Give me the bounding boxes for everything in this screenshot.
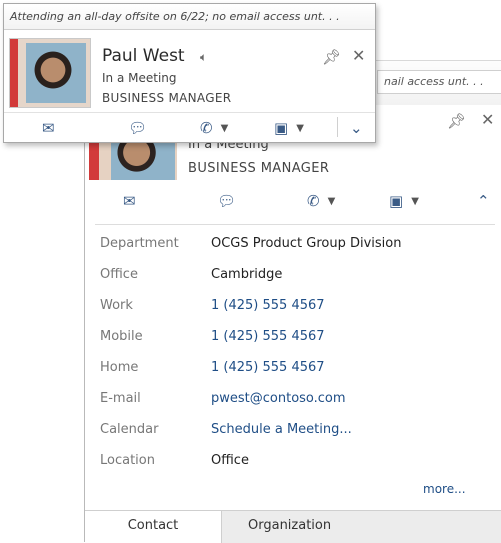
detail-value: OCGS Product Group Division bbox=[211, 236, 402, 251]
contact-name: Paul West bbox=[102, 46, 185, 66]
email-button[interactable]: ✉ bbox=[42, 113, 55, 143]
card-note-text: nail access unt. . . bbox=[377, 70, 501, 94]
detail-label: Office bbox=[100, 267, 138, 282]
divider bbox=[95, 224, 495, 225]
divider bbox=[337, 117, 338, 137]
contact-card-popup: Attending an all-day offsite on 6/22; no… bbox=[3, 3, 376, 143]
close-icon[interactable]: ✕ bbox=[481, 110, 494, 129]
detail-label: Department bbox=[100, 236, 179, 251]
job-title: BUSINESS MANAGER bbox=[102, 91, 232, 105]
contact-photo[interactable] bbox=[9, 38, 91, 108]
mobile-phone-link[interactable]: 1 (425) 555 4567 bbox=[211, 329, 325, 344]
detail-value: Office bbox=[211, 453, 249, 468]
chevron-down-icon: ▼ bbox=[327, 195, 336, 207]
out-of-office-note: Attending an all-day offsite on 6/22; no… bbox=[4, 4, 375, 30]
card-action-bar: ✉ 💬︎ ✆ ▼ ▣ ▼ ⌃ bbox=[85, 186, 501, 216]
chevron-down-icon: ▼ bbox=[296, 122, 304, 134]
detail-label: Home bbox=[100, 360, 139, 375]
card-tabs: Contact Organization bbox=[85, 510, 501, 543]
email-icon: ✉ bbox=[123, 192, 136, 210]
email-button[interactable]: ✉ bbox=[123, 186, 136, 216]
video-icon: ▣ bbox=[274, 119, 289, 137]
detail-row-department: Department OCGS Product Group Division bbox=[85, 236, 501, 258]
detail-label: Location bbox=[100, 453, 155, 468]
popup-action-bar: ✉ 💬︎ ✆ ▼ ▣ ▼ ⌄ bbox=[4, 112, 375, 141]
phone-icon: ✆ bbox=[200, 119, 213, 137]
phone-icon: ✆ bbox=[307, 192, 320, 210]
chevron-down-icon: ⌄ bbox=[350, 119, 363, 137]
email-icon: ✉ bbox=[42, 119, 55, 137]
work-phone-link[interactable]: 1 (425) 555 4567 bbox=[211, 298, 325, 313]
detail-row-work: Work 1 (425) 555 4567 bbox=[85, 298, 501, 320]
detail-label: E-mail bbox=[100, 391, 141, 406]
expand-button[interactable]: ⌄ bbox=[350, 113, 363, 143]
presence-indicator bbox=[10, 39, 18, 107]
video-icon: ▣ bbox=[389, 192, 404, 210]
speaker-icon[interactable]: 🔈︎ bbox=[200, 50, 207, 65]
chat-button[interactable]: 💬︎ bbox=[128, 113, 147, 143]
call-button[interactable]: ✆ ▼ bbox=[200, 113, 228, 143]
detail-label: Calendar bbox=[100, 422, 159, 437]
call-button[interactable]: ✆ ▼ bbox=[307, 186, 335, 216]
home-phone-link[interactable]: 1 (425) 555 4567 bbox=[211, 360, 325, 375]
chat-icon: 💬︎ bbox=[217, 192, 237, 210]
detail-row-location: Location Office bbox=[85, 453, 501, 475]
email-link[interactable]: pwest@contoso.com bbox=[211, 391, 346, 406]
schedule-meeting-link[interactable]: Schedule a Meeting... bbox=[211, 422, 352, 437]
detail-row-calendar: Calendar Schedule a Meeting... bbox=[85, 422, 501, 444]
chevron-up-icon: ⌃ bbox=[477, 192, 490, 210]
chevron-down-icon: ▼ bbox=[411, 195, 419, 207]
video-button[interactable]: ▣ ▼ bbox=[274, 113, 304, 143]
chevron-down-icon: ▼ bbox=[220, 122, 229, 134]
detail-row-email: E-mail pwest@contoso.com bbox=[85, 391, 501, 413]
chat-icon: 💬︎ bbox=[128, 119, 148, 137]
detail-label: Mobile bbox=[100, 329, 143, 344]
pin-icon[interactable]: 📌︎ bbox=[322, 48, 341, 66]
more-link[interactable]: more... bbox=[423, 482, 466, 496]
avatar bbox=[26, 43, 86, 103]
detail-row-home: Home 1 (425) 555 4567 bbox=[85, 360, 501, 382]
video-button[interactable]: ▣ ▼ bbox=[389, 186, 419, 216]
job-title: BUSINESS MANAGER bbox=[188, 161, 330, 176]
tab-contact[interactable]: Contact bbox=[85, 511, 221, 543]
detail-value: Cambridge bbox=[211, 267, 283, 282]
tab-organization[interactable]: Organization bbox=[221, 511, 501, 543]
detail-label: Work bbox=[100, 298, 133, 313]
collapse-button[interactable]: ⌃ bbox=[477, 186, 490, 216]
chat-button[interactable]: 💬︎ bbox=[217, 186, 236, 216]
presence-status: In a Meeting bbox=[102, 71, 177, 85]
pin-icon[interactable]: 📌︎ bbox=[447, 112, 466, 130]
detail-row-mobile: Mobile 1 (425) 555 4567 bbox=[85, 329, 501, 351]
detail-row-office: Office Cambridge bbox=[85, 267, 501, 289]
close-icon[interactable]: ✕ bbox=[352, 46, 365, 65]
